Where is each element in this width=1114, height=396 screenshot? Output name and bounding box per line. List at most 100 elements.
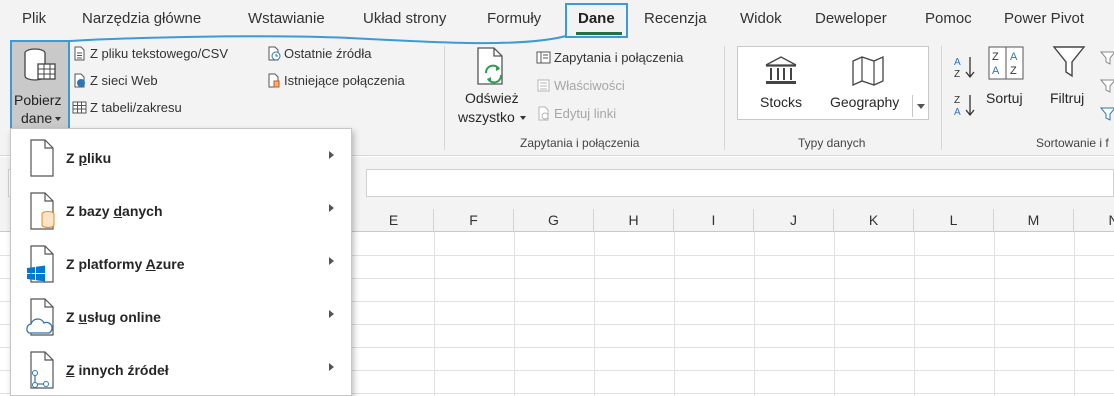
data-types-group-label: Typy danych	[798, 136, 866, 150]
filter-button[interactable]: Filtruj	[1046, 44, 1094, 110]
column-header[interactable]: E	[354, 209, 434, 232]
queries-connections-button[interactable]: Zapytania i połączenia	[536, 50, 683, 65]
svg-text:Z: Z	[954, 69, 960, 80]
network-nodes-icon	[30, 351, 54, 389]
from-text-csv-label: Z pliku tekstowego/CSV	[90, 46, 229, 61]
from-text-csv-button[interactable]: Z pliku tekstowego/CSV	[72, 46, 228, 61]
from-web-button[interactable]: Z sieci Web	[72, 73, 158, 88]
tab-formulas[interactable]: Formuły	[487, 10, 541, 27]
refresh-all-label-line2: wszystko	[458, 109, 515, 125]
ribbon-tab-bar: Plik Narzędzia główne Wstawianie Układ s…	[0, 0, 1114, 38]
tab-review[interactable]: Recenzja	[644, 10, 707, 27]
reapply-filter-icon[interactable]	[1100, 78, 1114, 94]
from-table-range-label: Z tabeli/zakresu	[90, 100, 182, 115]
column-header[interactable]: K	[834, 209, 914, 232]
cloud-icon	[26, 298, 54, 336]
menu-label: Z pliku	[66, 150, 112, 166]
menu-item-from-other-sources[interactable]: Z innych źródeł	[11, 343, 351, 396]
geography-button[interactable]: Geography	[828, 53, 908, 113]
menu-item-from-file[interactable]: Z pliku	[11, 131, 351, 184]
refresh-icon	[477, 47, 503, 85]
menu-item-from-online-services[interactable]: Z usług online	[11, 290, 351, 343]
tab-power-pivot[interactable]: Power Pivot	[1004, 10, 1084, 27]
column-header[interactable]: N	[1074, 209, 1114, 232]
tab-file[interactable]: Plik	[22, 10, 46, 27]
queries-connections-group-label: Zapytania i połączenia	[520, 136, 640, 150]
stocks-label: Stocks	[760, 94, 803, 110]
windows-logo-icon	[27, 245, 54, 283]
edit-links-button[interactable]: Edytuj linki	[536, 106, 616, 121]
data-types-gallery: Stocks Geography	[737, 46, 929, 120]
sort-button[interactable]: Z A A Z Sortuj	[984, 44, 1030, 110]
queries-panel-icon	[536, 51, 551, 64]
existing-connections-label: Istniejące połączenia	[284, 73, 405, 88]
submenu-arrow-icon	[329, 310, 334, 318]
column-header[interactable]: J	[754, 209, 834, 232]
sort-z-to-a-icon[interactable]: Z A	[953, 92, 977, 118]
edit-links-label: Edytuj linki	[554, 106, 617, 121]
group-separator	[444, 46, 445, 150]
grid-line	[594, 232, 595, 396]
submenu-arrow-icon	[329, 363, 334, 371]
tab-view[interactable]: Widok	[740, 10, 782, 27]
properties-button[interactable]: Właściwości	[536, 78, 625, 93]
web-page-icon	[74, 73, 85, 88]
advanced-filter-icon[interactable]	[1100, 106, 1114, 122]
tab-page-layout[interactable]: Układ strony	[363, 10, 446, 27]
get-data-highlight	[10, 40, 70, 130]
column-header[interactable]: L	[914, 209, 994, 232]
tab-insert[interactable]: Wstawianie	[248, 10, 325, 27]
group-separator	[941, 46, 942, 150]
tab-help[interactable]: Pomoc	[925, 10, 972, 27]
svg-text:Z: Z	[992, 51, 999, 63]
refresh-all-label-line1: Odśwież	[465, 90, 519, 106]
tab-developer[interactable]: Deweloper	[815, 10, 887, 27]
grid-line	[994, 232, 995, 396]
formula-input[interactable]	[366, 169, 1114, 197]
recent-sources-label: Ostatnie źródła	[284, 46, 372, 61]
column-header[interactable]: M	[994, 209, 1074, 232]
column-header[interactable]: I	[674, 209, 754, 232]
map-icon	[852, 55, 884, 87]
tab-home[interactable]: Narzędzia główne	[82, 10, 201, 27]
tab-data[interactable]: Dane	[578, 10, 615, 27]
recent-sources-button[interactable]: Ostatnie źródła	[266, 46, 371, 61]
table-icon	[72, 101, 87, 114]
menu-item-from-database[interactable]: Z bazy danych	[11, 184, 351, 237]
svg-text:Z: Z	[1010, 65, 1017, 77]
funnel-icon	[1052, 46, 1086, 78]
submenu-arrow-icon	[329, 204, 334, 212]
menu-item-from-azure[interactable]: Z platformy Azure	[11, 237, 351, 290]
existing-connections-button[interactable]: Istniejące połączenia	[266, 73, 405, 88]
svg-text:A: A	[954, 57, 961, 68]
properties-label: Właściwości	[554, 78, 625, 93]
recent-sources-icon	[268, 46, 281, 61]
submenu-arrow-icon	[329, 151, 334, 159]
queries-connections-label: Zapytania i połączenia	[554, 50, 684, 65]
database-icon	[30, 192, 55, 230]
sort-dialog-icon: Z A A Z	[988, 46, 1024, 80]
grid-line	[834, 232, 835, 396]
from-web-label: Z sieci Web	[90, 73, 158, 88]
svg-text:Z: Z	[954, 95, 960, 106]
svg-text:A: A	[992, 65, 1000, 77]
gallery-scroll-button[interactable]	[912, 95, 928, 117]
chevron-down-icon	[520, 116, 526, 120]
file-icon	[30, 139, 54, 177]
bank-building-icon	[765, 56, 797, 84]
clear-filter-icon[interactable]	[1100, 50, 1114, 66]
sort-a-to-z-icon[interactable]: A Z	[953, 54, 977, 80]
get-data-menu: Z pliku Z bazy danych Z platformy Azure	[10, 128, 352, 396]
geography-label: Geography	[830, 94, 900, 110]
menu-label: Z innych źródeł	[66, 362, 169, 378]
from-table-range-button[interactable]: Z tabeli/zakresu	[72, 100, 182, 115]
column-header[interactable]: H	[594, 209, 674, 232]
menu-label: Z usług online	[66, 309, 161, 325]
svg-text:A: A	[954, 107, 961, 118]
refresh-all-button[interactable]: Odśwież wszystko	[456, 46, 528, 126]
column-header[interactable]: G	[514, 209, 594, 232]
stocks-button[interactable]: Stocks	[746, 53, 816, 113]
grid-line	[914, 232, 915, 396]
column-header[interactable]: F	[434, 209, 514, 232]
existing-connections-icon	[268, 73, 280, 88]
